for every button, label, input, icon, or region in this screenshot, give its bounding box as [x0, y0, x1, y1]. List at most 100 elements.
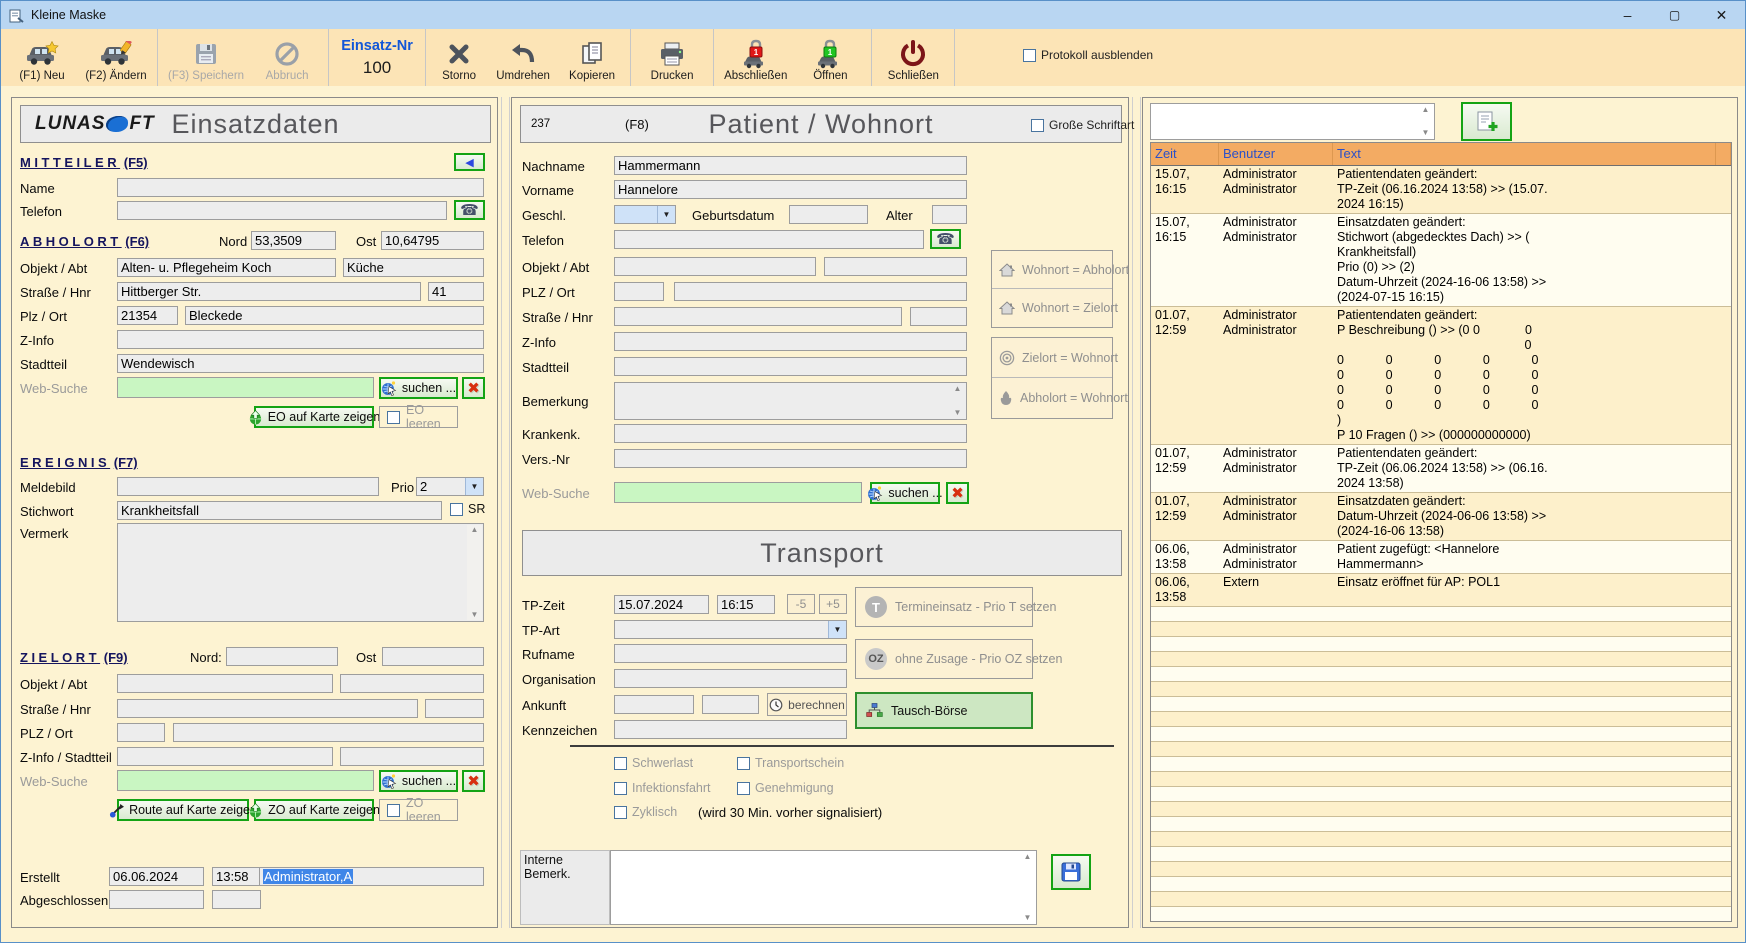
zielort-websuche-field[interactable]: [117, 770, 374, 791]
transportschein-checkbox[interactable]: Transportschein: [737, 756, 844, 770]
patient-hnr-field[interactable]: [910, 307, 967, 326]
table-row-empty[interactable]: [1151, 787, 1731, 802]
abholort-plz-field[interactable]: 21354: [117, 306, 178, 325]
table-row-empty[interactable]: [1151, 817, 1731, 832]
patient-stadtteil-field[interactable]: [614, 357, 967, 376]
plus5-button[interactable]: +5: [819, 594, 847, 614]
ankunft-zeit-field[interactable]: [702, 695, 759, 714]
berechnen-button[interactable]: berechnen: [767, 693, 847, 716]
table-row-empty[interactable]: [1151, 727, 1731, 742]
mitteiler-name-field[interactable]: [117, 178, 484, 197]
rufname-field[interactable]: [614, 644, 847, 663]
table-row-empty[interactable]: [1151, 877, 1731, 892]
tpart-combo[interactable]: ▼: [614, 620, 847, 639]
abgeschlossen-zeit-field[interactable]: [212, 890, 261, 909]
termineinsatz-button[interactable]: T Termineinsatz - Prio T setzen: [855, 587, 1033, 627]
table-row-empty[interactable]: [1151, 772, 1731, 787]
table-row-empty[interactable]: [1151, 607, 1731, 622]
vorname-field[interactable]: Hannelore: [614, 180, 967, 199]
abholort-clear-button[interactable]: ✖: [462, 377, 485, 399]
patient-websuche-field[interactable]: [614, 482, 862, 503]
zielort-clear-button[interactable]: ✖: [462, 770, 485, 792]
table-row-empty[interactable]: [1151, 862, 1731, 877]
table-row[interactable]: 01.07, 12:59Administrator AdministratorE…: [1151, 493, 1731, 541]
maximize-button[interactable]: ▢: [1651, 1, 1698, 29]
zielort-ort-field[interactable]: [173, 723, 484, 742]
schliessen-button[interactable]: Schließen: [876, 29, 950, 86]
scrollbar[interactable]: ▲▼: [1020, 852, 1035, 923]
meldebild-field[interactable]: [117, 477, 379, 496]
erstellt-zeit-field[interactable]: 13:58: [212, 867, 261, 886]
geschl-combo[interactable]: ▼: [614, 205, 676, 224]
drucken-button[interactable]: Drucken: [635, 29, 709, 86]
column-header-text[interactable]: Text: [1333, 143, 1716, 165]
oeffnen-button[interactable]: 1 Öffnen: [793, 29, 867, 86]
add-note-button[interactable]: [1461, 102, 1512, 141]
zielort-hnr-field[interactable]: [425, 699, 484, 718]
zo-leeren-checkbox[interactable]: ZO leeren: [379, 799, 458, 821]
table-row[interactable]: 01.07, 12:59Administrator AdministratorP…: [1151, 307, 1731, 445]
abholort-hnr-field[interactable]: 41: [428, 282, 484, 301]
interne-bemerk-textarea[interactable]: ▲▼: [610, 850, 1037, 925]
storno-button[interactable]: Storno: [430, 29, 488, 86]
nachname-field[interactable]: Hammermann: [614, 156, 967, 175]
zielort-nord-field[interactable]: [226, 647, 338, 666]
aendern-button[interactable]: (F2) Ändern: [79, 29, 153, 86]
column-header-zeit[interactable]: Zeit: [1151, 143, 1219, 165]
patient-plz-field[interactable]: [614, 282, 664, 301]
column-header-benutzer[interactable]: Benutzer: [1219, 143, 1333, 165]
minimize-button[interactable]: –: [1604, 1, 1651, 29]
scrollbar[interactable]: ▲▼: [1418, 105, 1433, 138]
abholort-ost-field[interactable]: 10,64795: [381, 231, 484, 250]
dial-button[interactable]: ☎: [930, 229, 961, 249]
table-row-empty[interactable]: [1151, 907, 1731, 922]
abbruch-button[interactable]: Abbruch: [250, 29, 324, 86]
tp-datum-field[interactable]: 15.07.2024: [614, 595, 709, 614]
patient-abt-field[interactable]: [824, 257, 967, 276]
table-row-empty[interactable]: [1151, 757, 1731, 772]
table-row[interactable]: 01.07, 12:59Administrator AdministratorP…: [1151, 445, 1731, 493]
panel-splitter[interactable]: [1132, 97, 1141, 928]
abgeschlossen-datum-field[interactable]: [109, 890, 204, 909]
patient-clear-button[interactable]: ✖: [946, 482, 969, 504]
patient-zinfo-field[interactable]: [614, 332, 967, 351]
eo-leeren-checkbox[interactable]: EO leeren: [379, 406, 458, 428]
close-button[interactable]: ✕: [1698, 1, 1745, 29]
ohne-zusage-button[interactable]: OZ ohne Zusage - Prio OZ setzen: [855, 639, 1033, 679]
stichwort-field[interactable]: Krankheitsfall: [117, 501, 442, 520]
abschliessen-button[interactable]: 1 Abschließen: [718, 29, 793, 86]
table-row-empty[interactable]: [1151, 832, 1731, 847]
umdrehen-button[interactable]: Umdrehen: [488, 29, 558, 86]
patient-suchen-button[interactable]: suchen ...: [870, 482, 940, 504]
versnr-field[interactable]: [614, 449, 967, 468]
table-row-empty[interactable]: [1151, 742, 1731, 757]
table-row-empty[interactable]: [1151, 622, 1731, 637]
abholort-abt-field[interactable]: Küche: [343, 258, 484, 277]
table-row-empty[interactable]: [1151, 682, 1731, 697]
infektionsfahrt-checkbox[interactable]: Infektionsfahrt: [614, 781, 711, 795]
panel-splitter[interactable]: [501, 97, 510, 928]
zielort-suchen-button[interactable]: suchen ...: [379, 770, 458, 792]
erstellt-datum-field[interactable]: 06.06.2024: [109, 867, 204, 886]
zielort-objekt-field[interactable]: [117, 674, 333, 693]
zielort-plz-field[interactable]: [117, 723, 165, 742]
vermerk-textarea[interactable]: ▲▼: [117, 523, 484, 622]
dial-button[interactable]: ☎: [454, 200, 485, 220]
ankunft-datum-field[interactable]: [614, 695, 694, 714]
table-row-empty[interactable]: [1151, 802, 1731, 817]
wohnort-zielort-button[interactable]: Wohnort = Zielort: [992, 289, 1112, 326]
zielort-zinfo-field[interactable]: [117, 747, 333, 766]
table-row[interactable]: 06.06, 13:58Administrator AdministratorP…: [1151, 541, 1731, 574]
table-row-empty[interactable]: [1151, 652, 1731, 667]
abholort-wohnort-button[interactable]: Abholort = Wohnort: [992, 378, 1112, 418]
zielort-stadtteil-field[interactable]: [340, 747, 484, 766]
abholort-nord-field[interactable]: 53,3509: [251, 231, 336, 250]
organisation-field[interactable]: [614, 669, 847, 688]
back-button[interactable]: ◀: [454, 153, 485, 171]
zo-karte-button[interactable]: ZO auf Karte zeigen: [254, 799, 374, 821]
kennzeichen-field[interactable]: [614, 720, 847, 739]
table-row[interactable]: 15.07, 16:15Administrator AdministratorP…: [1151, 166, 1731, 214]
scrollbar[interactable]: ▲▼: [467, 525, 482, 620]
wohnort-abholort-button[interactable]: Wohnort = Abholort: [992, 251, 1112, 289]
abholort-ort-field[interactable]: Bleckede: [185, 306, 484, 325]
